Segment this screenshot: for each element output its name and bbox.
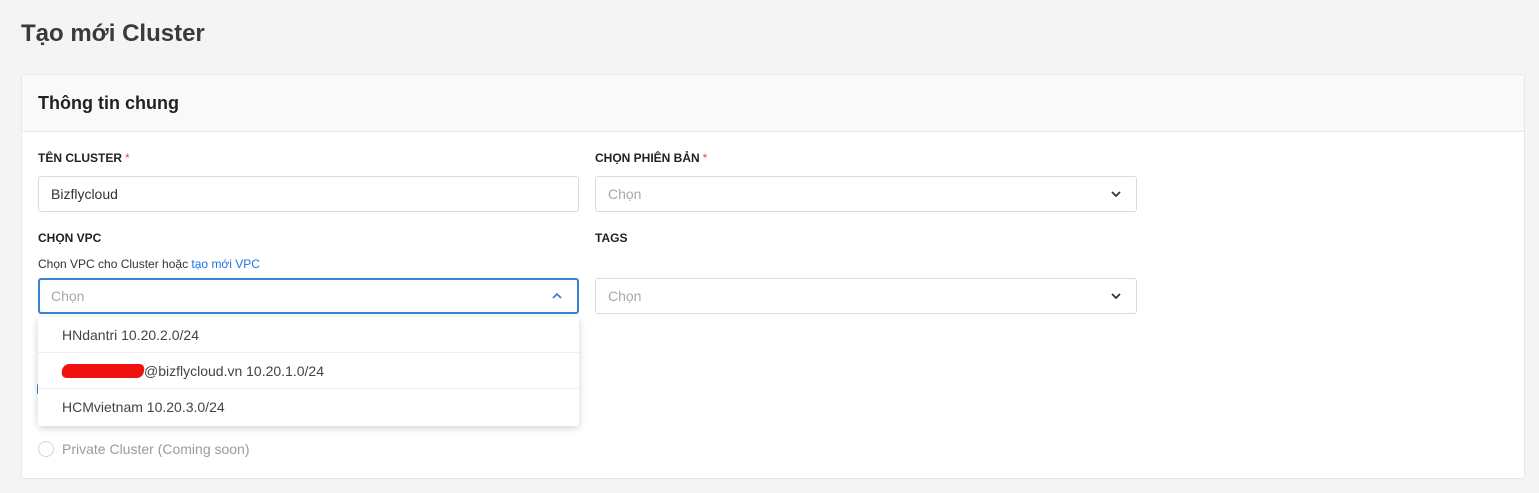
chevron-down-icon [1111,293,1121,300]
cluster-name-label-text: TÊN CLUSTER [38,151,122,165]
version-select[interactable]: Chọn [595,176,1137,212]
tags-placeholder: Chọn [608,288,642,304]
vpc-dropdown-menu: HNdantri 10.20.2.0/24 @bizflycloud.vn 10… [38,317,579,426]
tags-label: TAGS [595,231,628,245]
vpc-option-label: HCMvietnam 10.20.3.0/24 [62,399,225,415]
vpc-option-label: @bizflycloud.vn 10.20.1.0/24 [144,362,324,379]
chevron-down-icon [1111,191,1121,198]
vpc-select[interactable]: Chọn [38,278,579,314]
tags-select[interactable]: Chọn [595,278,1137,314]
radio-button[interactable] [38,441,54,457]
vpc-hint-text: Chọn VPC cho Cluster hoặc [38,257,189,271]
cluster-name-label: TÊN CLUSTER * [38,151,130,165]
vpc-placeholder: Chọn [51,288,85,304]
private-cluster-option[interactable]: Private Cluster (Coming soon) [38,441,250,457]
create-vpc-link[interactable]: tạo mới VPC [191,257,260,271]
version-label: CHỌN PHIÊN BẢN * [595,151,707,165]
redaction-mark [60,363,146,378]
vpc-option[interactable]: HNdantri 10.20.2.0/24 [38,317,579,353]
required-mark: * [125,151,130,165]
vpc-option[interactable]: @bizflycloud.vn 10.20.1.0/24 [38,353,579,389]
version-label-text: CHỌN PHIÊN BẢN [595,151,700,165]
required-mark: * [702,151,708,165]
version-placeholder: Chọn [608,186,642,202]
cluster-name-value: Bizflycloud [51,186,118,202]
vpc-label: CHỌN VPC [38,231,102,245]
cluster-name-input[interactable]: Bizflycloud [38,176,579,212]
section-title: Thông tin chung [22,75,1524,132]
chevron-up-icon [552,292,562,299]
vpc-option[interactable]: HCMvietnam 10.20.3.0/24 [38,389,579,425]
page-title: Tạo mới Cluster [21,20,205,47]
vpc-hint: Chọn VPC cho Cluster hoặc tạo mới VPC [38,257,260,271]
private-cluster-label: Private Cluster (Coming soon) [62,441,250,457]
vpc-option-label: HNdantri 10.20.2.0/24 [62,326,199,343]
